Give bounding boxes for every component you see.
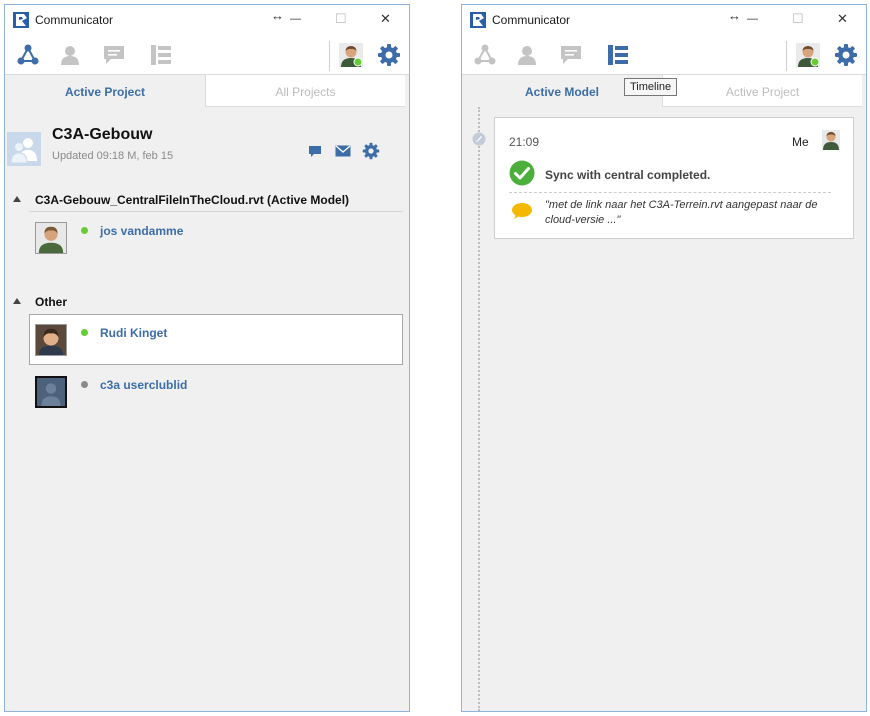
comment-bubble-icon xyxy=(512,203,532,219)
group-divider xyxy=(29,211,403,212)
user-avatar-rudi xyxy=(35,324,67,356)
maximize-button[interactable]: ☐ xyxy=(335,11,347,27)
user-avatar-jos xyxy=(35,222,67,254)
current-user-avatar[interactable] xyxy=(339,43,363,67)
timeline-rail xyxy=(478,107,480,711)
network-icon[interactable] xyxy=(16,43,40,67)
project-chat-icon[interactable] xyxy=(308,144,322,158)
event-author: Me xyxy=(792,135,809,149)
tab-all-projects[interactable]: All Projects xyxy=(205,75,405,107)
communicator-window-left: Communicator ↔ — ☐ ✕ Active Project All … xyxy=(4,4,410,712)
toolbar-separator xyxy=(786,41,787,71)
person-icon[interactable] xyxy=(515,43,539,67)
current-user-avatar[interactable] xyxy=(796,43,820,67)
user-name-jos[interactable]: jos vandamme xyxy=(100,224,183,238)
toolbar xyxy=(462,35,866,75)
person-icon[interactable] xyxy=(58,43,82,67)
status-online-dot xyxy=(81,227,88,234)
project-email-icon[interactable] xyxy=(335,145,351,157)
user-name-rudi[interactable]: Rudi Kinget xyxy=(100,326,167,340)
toolbar xyxy=(5,35,409,75)
settings-gear-icon[interactable] xyxy=(377,43,401,67)
toolbar-separator xyxy=(329,41,330,71)
settings-gear-icon[interactable] xyxy=(834,43,858,67)
event-comment: "met de link naar het C3A-Terrein.rvt aa… xyxy=(545,199,818,226)
user-name-c3a[interactable]: c3a userclublid xyxy=(100,378,187,392)
window-title: Communicator xyxy=(35,13,114,27)
close-button[interactable]: ✕ xyxy=(380,11,391,27)
minimize-button[interactable]: — xyxy=(747,11,758,27)
collapse-triangle-icon[interactable] xyxy=(13,298,21,304)
revit-logo-icon xyxy=(13,12,29,28)
tab-active-project[interactable]: Active Project xyxy=(662,75,862,107)
resize-icon[interactable]: ↔ xyxy=(728,8,741,24)
event-time: 21:09 xyxy=(509,135,540,149)
status-offline-dot xyxy=(81,381,88,388)
group-heading-other[interactable]: Other xyxy=(35,295,67,309)
collapse-triangle-icon[interactable] xyxy=(13,196,21,202)
project-group-icon xyxy=(7,132,41,166)
maximize-button[interactable]: ☐ xyxy=(792,11,804,27)
group-heading-active-model[interactable]: C3A-Gebouw_CentralFileInTheCloud.rvt (Ac… xyxy=(35,193,349,207)
event-status: Sync with central completed. xyxy=(545,168,711,182)
success-check-icon xyxy=(509,160,535,186)
timeline-tooltip: Timeline xyxy=(624,78,678,96)
user-avatar-placeholder xyxy=(35,376,67,408)
project-updated: Updated 09:18 M, feb 15 xyxy=(52,150,174,162)
tab-bar: Active Project All Projects xyxy=(5,75,405,107)
title-bar[interactable]: Communicator ↔ — ☐ ✕ xyxy=(5,5,409,35)
author-avatar xyxy=(822,130,840,150)
event-divider xyxy=(509,192,831,193)
title-bar[interactable]: Communicator ↔ — ☐ ✕ xyxy=(462,5,866,35)
timeline-icon[interactable] xyxy=(606,43,630,67)
project-settings-gear-icon[interactable] xyxy=(362,142,380,160)
timeline-icon[interactable] xyxy=(149,43,173,67)
chat-icon[interactable] xyxy=(559,43,583,67)
project-name: C3A-Gebouw xyxy=(52,126,153,143)
status-online-dot xyxy=(81,329,88,336)
tab-active-project[interactable]: Active Project xyxy=(5,75,205,107)
resize-icon[interactable]: ↔ xyxy=(271,8,284,24)
revit-logo-icon xyxy=(470,12,486,28)
communicator-window-right: Communicator ↔ — ☐ ✕ Active Model Active… xyxy=(461,4,867,712)
user-row-selected[interactable] xyxy=(29,314,403,365)
network-icon[interactable] xyxy=(473,43,497,67)
chat-icon[interactable] xyxy=(102,43,126,67)
timeline-event-card[interactable]: 21:09 Me Sync with central completed. "m… xyxy=(494,117,854,239)
window-title: Communicator xyxy=(492,13,571,27)
timeline-node-icon xyxy=(472,132,486,146)
close-button[interactable]: ✕ xyxy=(837,11,848,27)
minimize-button[interactable]: — xyxy=(290,11,301,27)
